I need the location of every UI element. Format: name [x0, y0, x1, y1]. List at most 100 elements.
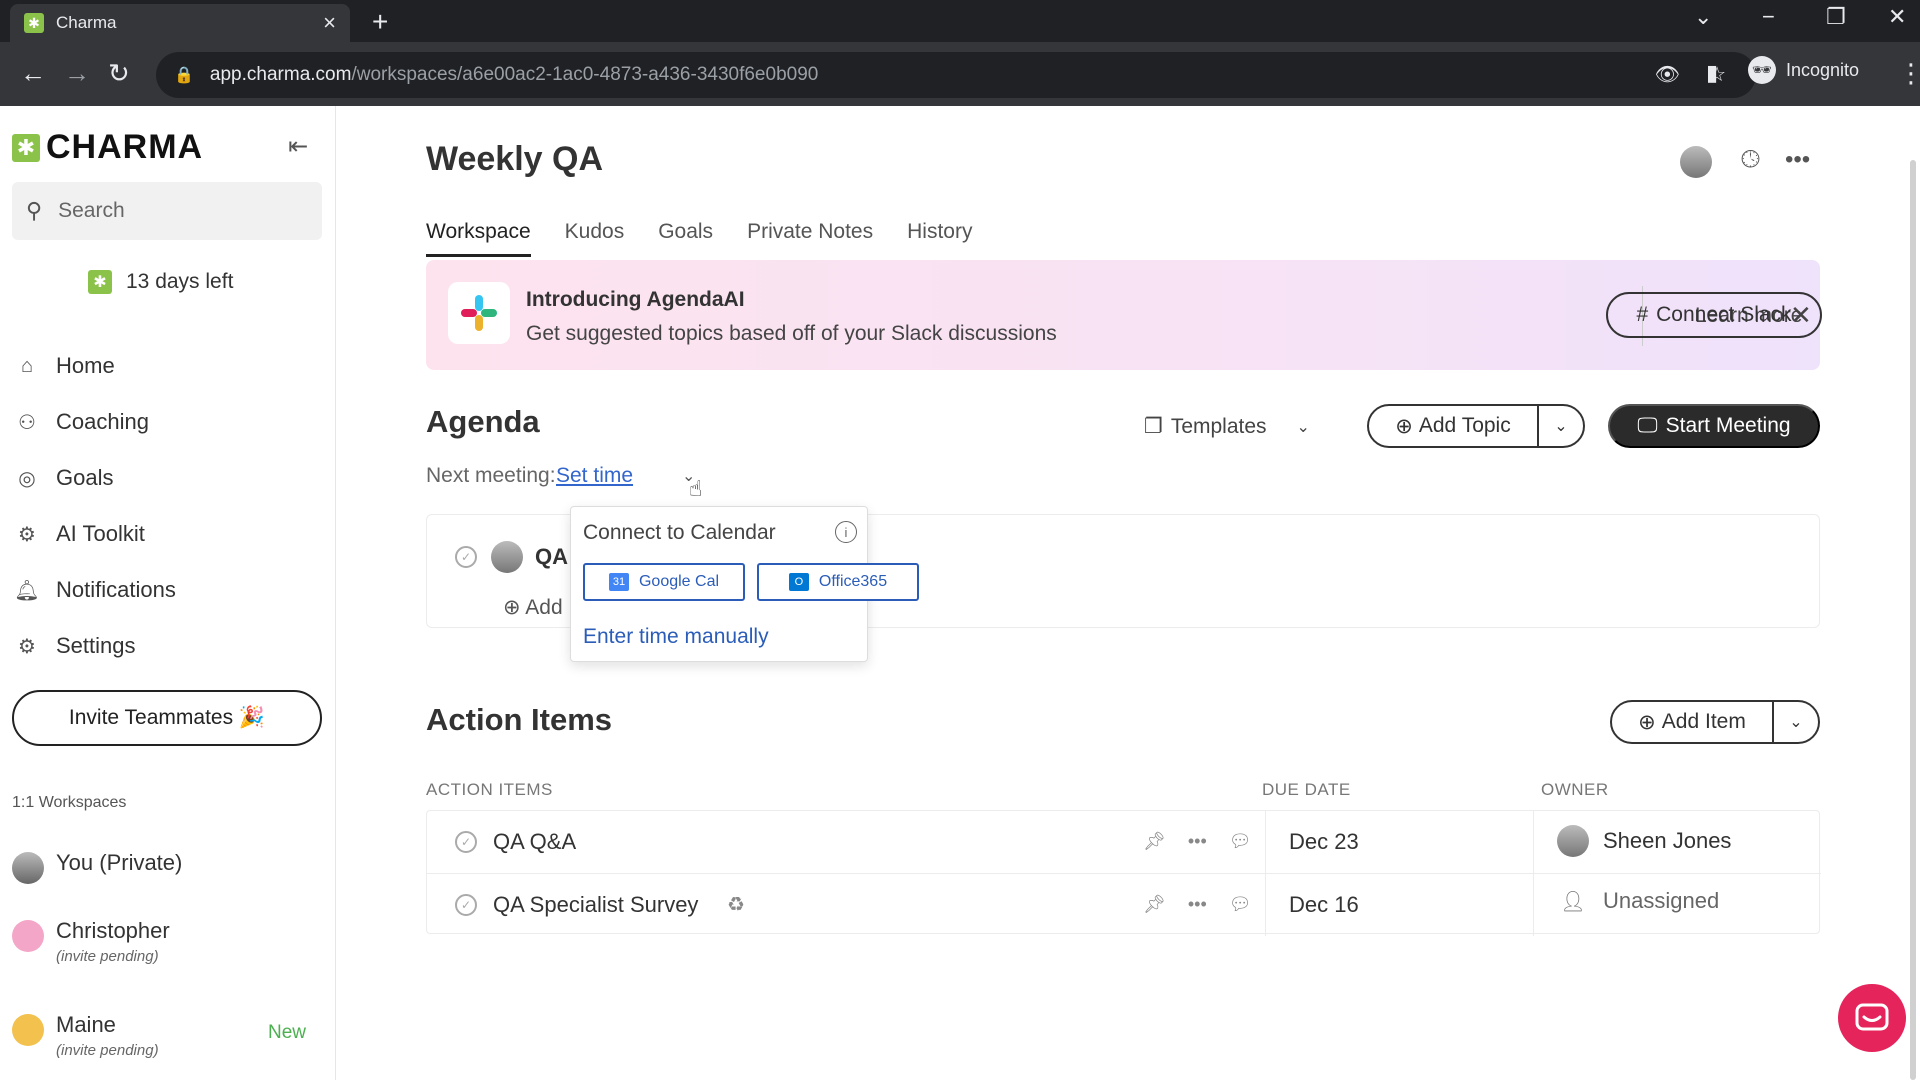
plus-circle-icon: ⊕	[503, 596, 521, 619]
due-date[interactable]: Dec 16	[1289, 892, 1359, 918]
add-item-label: Add Item	[1661, 710, 1746, 733]
owner-cell[interactable]: 👤︎ Unassigned	[1557, 888, 1719, 914]
chevron-down-icon[interactable]: ⌄	[1774, 712, 1818, 732]
sidebar-item-ai-toolkit[interactable]: ⚙ AI Toolkit	[12, 506, 322, 562]
avatar[interactable]	[1680, 146, 1712, 178]
address-bar[interactable]: 🔒 app.charma.com/workspaces/a6e00ac2-1ac…	[156, 52, 1756, 98]
owner-cell[interactable]: Sheen Jones	[1557, 825, 1731, 857]
plus-circle-icon: ⊕	[1638, 710, 1656, 734]
owner-name: Unassigned	[1603, 888, 1720, 913]
enter-time-manually-link[interactable]: Enter time manually	[583, 625, 769, 649]
restore-icon[interactable]: ❐	[1826, 4, 1846, 30]
workspaces-section-title: 1:1 Workspaces	[12, 794, 127, 811]
tab-kudos[interactable]: Kudos	[565, 220, 625, 257]
sidebar-item-settings[interactable]: ⚙ Settings	[12, 618, 322, 674]
workspace-item-you[interactable]: You (Private)	[12, 850, 322, 884]
more-options-icon[interactable]: •••	[1188, 831, 1207, 852]
add-topic-button[interactable]: ⊕ Add Topic	[1369, 406, 1539, 446]
action-item-name[interactable]: QA Q&A	[493, 829, 576, 855]
info-icon[interactable]: i	[835, 521, 857, 543]
window-close-icon[interactable]: ✕	[1888, 4, 1906, 30]
templates-dropdown[interactable]: ❐ Templates ⌄	[1144, 414, 1310, 439]
tab-search-chevron-icon[interactable]: ⌄	[1694, 4, 1712, 30]
tab-private-notes[interactable]: Private Notes	[747, 220, 873, 257]
cell-divider	[1533, 811, 1534, 873]
invite-teammates-button[interactable]: Invite Teammates 🎉	[12, 690, 322, 746]
check-circle-icon[interactable]: ✓	[455, 546, 477, 568]
due-date[interactable]: Dec 23	[1289, 829, 1359, 855]
office365-button[interactable]: O Office365	[757, 563, 919, 601]
check-circle-icon[interactable]: ✓	[455, 894, 477, 916]
recurring-icon: ♻	[727, 894, 745, 916]
tracking-protection-icon[interactable]: 👁	[1655, 62, 1680, 87]
more-options-icon[interactable]: •••	[1785, 146, 1810, 174]
agenda-title: Agenda	[426, 404, 540, 439]
collapse-sidebar-icon[interactable]: ⇤	[288, 132, 308, 161]
pin-icon[interactable]: 📌︎	[1143, 894, 1166, 915]
chat-icon	[1855, 1003, 1889, 1031]
tab-close-icon[interactable]: ×	[323, 10, 336, 36]
comment-icon[interactable]: 💬︎	[1229, 831, 1252, 852]
sidebar-item-notifications[interactable]: 🔔︎ Notifications	[12, 562, 322, 618]
comment-icon[interactable]: 💬︎	[1229, 894, 1252, 915]
chevron-down-icon[interactable]: ⌄	[1539, 416, 1583, 436]
workspace-name: Christopher	[56, 918, 170, 943]
popover-title: Connect to Calendar	[583, 521, 776, 544]
forward-icon[interactable]: →	[64, 58, 90, 89]
start-meeting-button[interactable]: 🖵 Start Meeting	[1608, 404, 1820, 448]
tab-workspace[interactable]: Workspace	[426, 220, 531, 257]
incognito-indicator[interactable]: 🕶 Incognito	[1748, 56, 1859, 84]
avatar	[12, 1014, 44, 1046]
side-panel-icon[interactable]: ▮	[1706, 60, 1718, 86]
more-options-icon[interactable]: •••	[1188, 894, 1207, 915]
page-title: Weekly QA	[426, 140, 604, 178]
google-cal-button[interactable]: 31 Google Cal	[583, 563, 745, 601]
next-meeting-label: Next meeting:	[426, 464, 556, 487]
column-header-action-items: ACTION ITEMS	[426, 780, 553, 799]
banner-subtitle: Get suggested topics based off of your S…	[526, 322, 1057, 345]
pin-icon[interactable]: 📌︎	[1143, 831, 1166, 852]
sidebar-item-goals[interactable]: ◎ Goals	[12, 450, 322, 506]
workspace-item-maine[interactable]: Maine (invite pending) New	[12, 1012, 322, 1059]
close-icon[interactable]: ✕	[1790, 300, 1812, 331]
url-host: app.charma.com	[209, 64, 352, 85]
clock-icon[interactable]: 🕓︎	[1741, 146, 1760, 174]
cell-divider	[1265, 874, 1266, 936]
reload-icon[interactable]: ↻	[108, 58, 130, 89]
browser-tab[interactable]: ✱ Charma ×	[10, 4, 350, 42]
home-icon: ⌂	[20, 354, 34, 377]
add-topic-label: Add Topic	[1418, 414, 1511, 437]
charma-logo[interactable]: ✱ CHARMA	[12, 128, 203, 167]
sidebar-item-coaching[interactable]: ⚇ Coaching	[12, 394, 322, 450]
templates-icon: ❐	[1144, 415, 1163, 438]
chat-support-button[interactable]	[1838, 984, 1906, 1052]
add-item-button[interactable]: ⊕ Add Item	[1612, 702, 1774, 742]
browser-menu-icon[interactable]: ⋮	[1898, 58, 1920, 89]
new-tab-icon[interactable]: +	[372, 6, 388, 38]
action-item-name[interactable]: QA Specialist Survey	[493, 892, 698, 918]
sidebar-item-label: Goals	[56, 465, 114, 490]
agenda-topic-row[interactable]: ✓ QA	[455, 541, 568, 573]
charma-logo-icon: ✱	[12, 133, 40, 162]
coaching-icon: ⚇	[18, 411, 36, 434]
set-time-link[interactable]: Set time	[556, 464, 633, 488]
minimize-icon[interactable]: −	[1762, 4, 1775, 30]
charma-trial-icon: ✱	[88, 270, 112, 294]
trial-indicator[interactable]: ✱ 13 days left	[88, 270, 233, 294]
workspace-item-christopher[interactable]: Christopher (invite pending)	[12, 918, 322, 965]
column-header-due-date: DUE DATE	[1262, 780, 1351, 799]
ai-toolkit-icon: ⚙	[18, 523, 36, 546]
avatar	[1557, 825, 1589, 857]
search-input[interactable]: ⚲ Search	[12, 182, 322, 240]
tab-history[interactable]: History	[907, 220, 972, 257]
add-agenda-item-button[interactable]: ⊕ Add	[503, 595, 563, 620]
sidebar: ✱ CHARMA ⇤ ⚲ Search ✱ 13 days left ⌂ Hom…	[0, 106, 336, 1080]
back-icon[interactable]: ←	[20, 58, 46, 89]
table-row[interactable]: ✓ QA Specialist Survey ♻ 📌︎ ••• 💬︎ Dec 1…	[427, 873, 1821, 936]
sidebar-item-home[interactable]: ⌂ Home	[12, 338, 322, 394]
table-row[interactable]: ✓ QA Q&A 📌︎ ••• 💬︎ Dec 23 Sheen Jones	[427, 811, 1821, 873]
tab-goals[interactable]: Goals	[658, 220, 713, 257]
page-scrollbar[interactable]	[1910, 160, 1916, 1080]
check-circle-icon[interactable]: ✓	[455, 831, 477, 853]
row-actions: 📌︎ ••• 💬︎	[1143, 831, 1252, 852]
